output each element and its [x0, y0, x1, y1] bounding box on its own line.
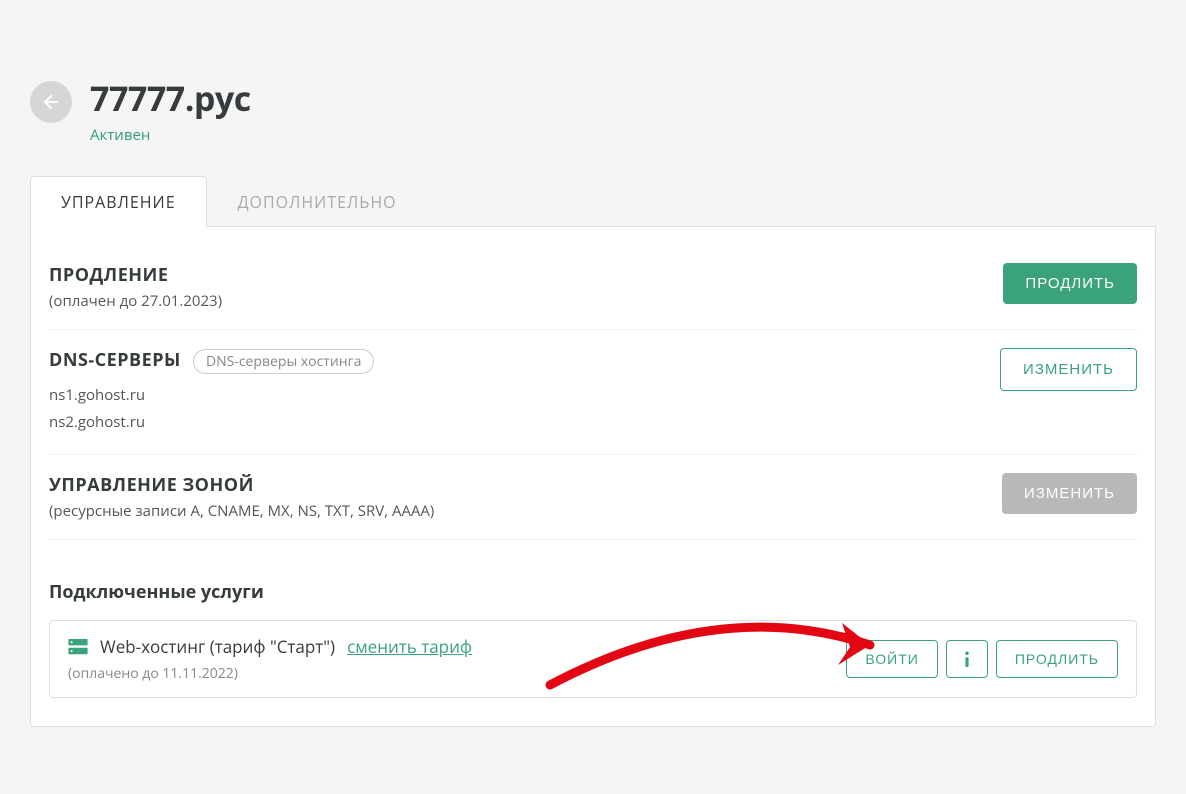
service-paid-until: (оплачено до 11.11.2022): [68, 664, 472, 683]
main-panel: ПРОДЛЕНИЕ (оплачен до 27.01.2023) ПРОДЛИ…: [30, 227, 1156, 727]
domain-title: 77777.рус: [90, 75, 251, 121]
tab-management[interactable]: УПРАВЛЕНИЕ: [30, 176, 207, 227]
zone-section: УПРАВЛЕНИЕ ЗОНОЙ (ресурсные записи A, CN…: [49, 455, 1137, 540]
arrow-left-icon: [40, 91, 62, 113]
renewal-section: ПРОДЛЕНИЕ (оплачен до 27.01.2023) ПРОДЛИ…: [49, 255, 1137, 330]
service-login-button[interactable]: ВОЙТИ: [846, 640, 937, 678]
service-name: Web-хостинг (тариф "Старт"): [100, 635, 335, 658]
service-info-button[interactable]: [946, 640, 988, 678]
connected-services-title: Подключенные услуги: [49, 580, 1137, 604]
renew-button[interactable]: ПРОДЛИТЬ: [1003, 263, 1137, 304]
zone-subtitle: (ресурсные записи A, CNAME, MX, NS, TXT,…: [49, 501, 1002, 521]
service-renew-button[interactable]: ПРОДЛИТЬ: [996, 640, 1118, 678]
tab-additional[interactable]: ДОПОЛНИТЕЛЬНО: [207, 176, 428, 227]
back-button[interactable]: [30, 81, 72, 123]
dns-title: DNS-СЕРВЕРЫ: [49, 348, 181, 372]
tabs: УПРАВЛЕНИЕ ДОПОЛНИТЕЛЬНО: [30, 175, 1156, 227]
zone-change-button: ИЗМЕНИТЬ: [1002, 473, 1137, 514]
ns-server-1: ns1.gohost.ru: [49, 382, 1000, 409]
info-icon: [964, 651, 970, 667]
hosting-icon: [68, 639, 88, 655]
dns-badge: DNS-серверы хостинга: [193, 349, 375, 374]
status-badge: Активен: [90, 125, 251, 145]
dns-change-button[interactable]: ИЗМЕНИТЬ: [1000, 348, 1137, 391]
zone-title: УПРАВЛЕНИЕ ЗОНОЙ: [49, 473, 254, 497]
service-item: Web-хостинг (тариф "Старт") сменить тари…: [49, 620, 1137, 698]
renewal-title: ПРОДЛЕНИЕ: [49, 263, 168, 287]
ns-server-2: ns2.gohost.ru: [49, 409, 1000, 436]
dns-section: DNS-СЕРВЕРЫ DNS-серверы хостинга ns1.goh…: [49, 330, 1137, 455]
change-tariff-link[interactable]: сменить тариф: [347, 635, 472, 658]
renewal-paid-until: (оплачен до 27.01.2023): [49, 291, 1003, 311]
